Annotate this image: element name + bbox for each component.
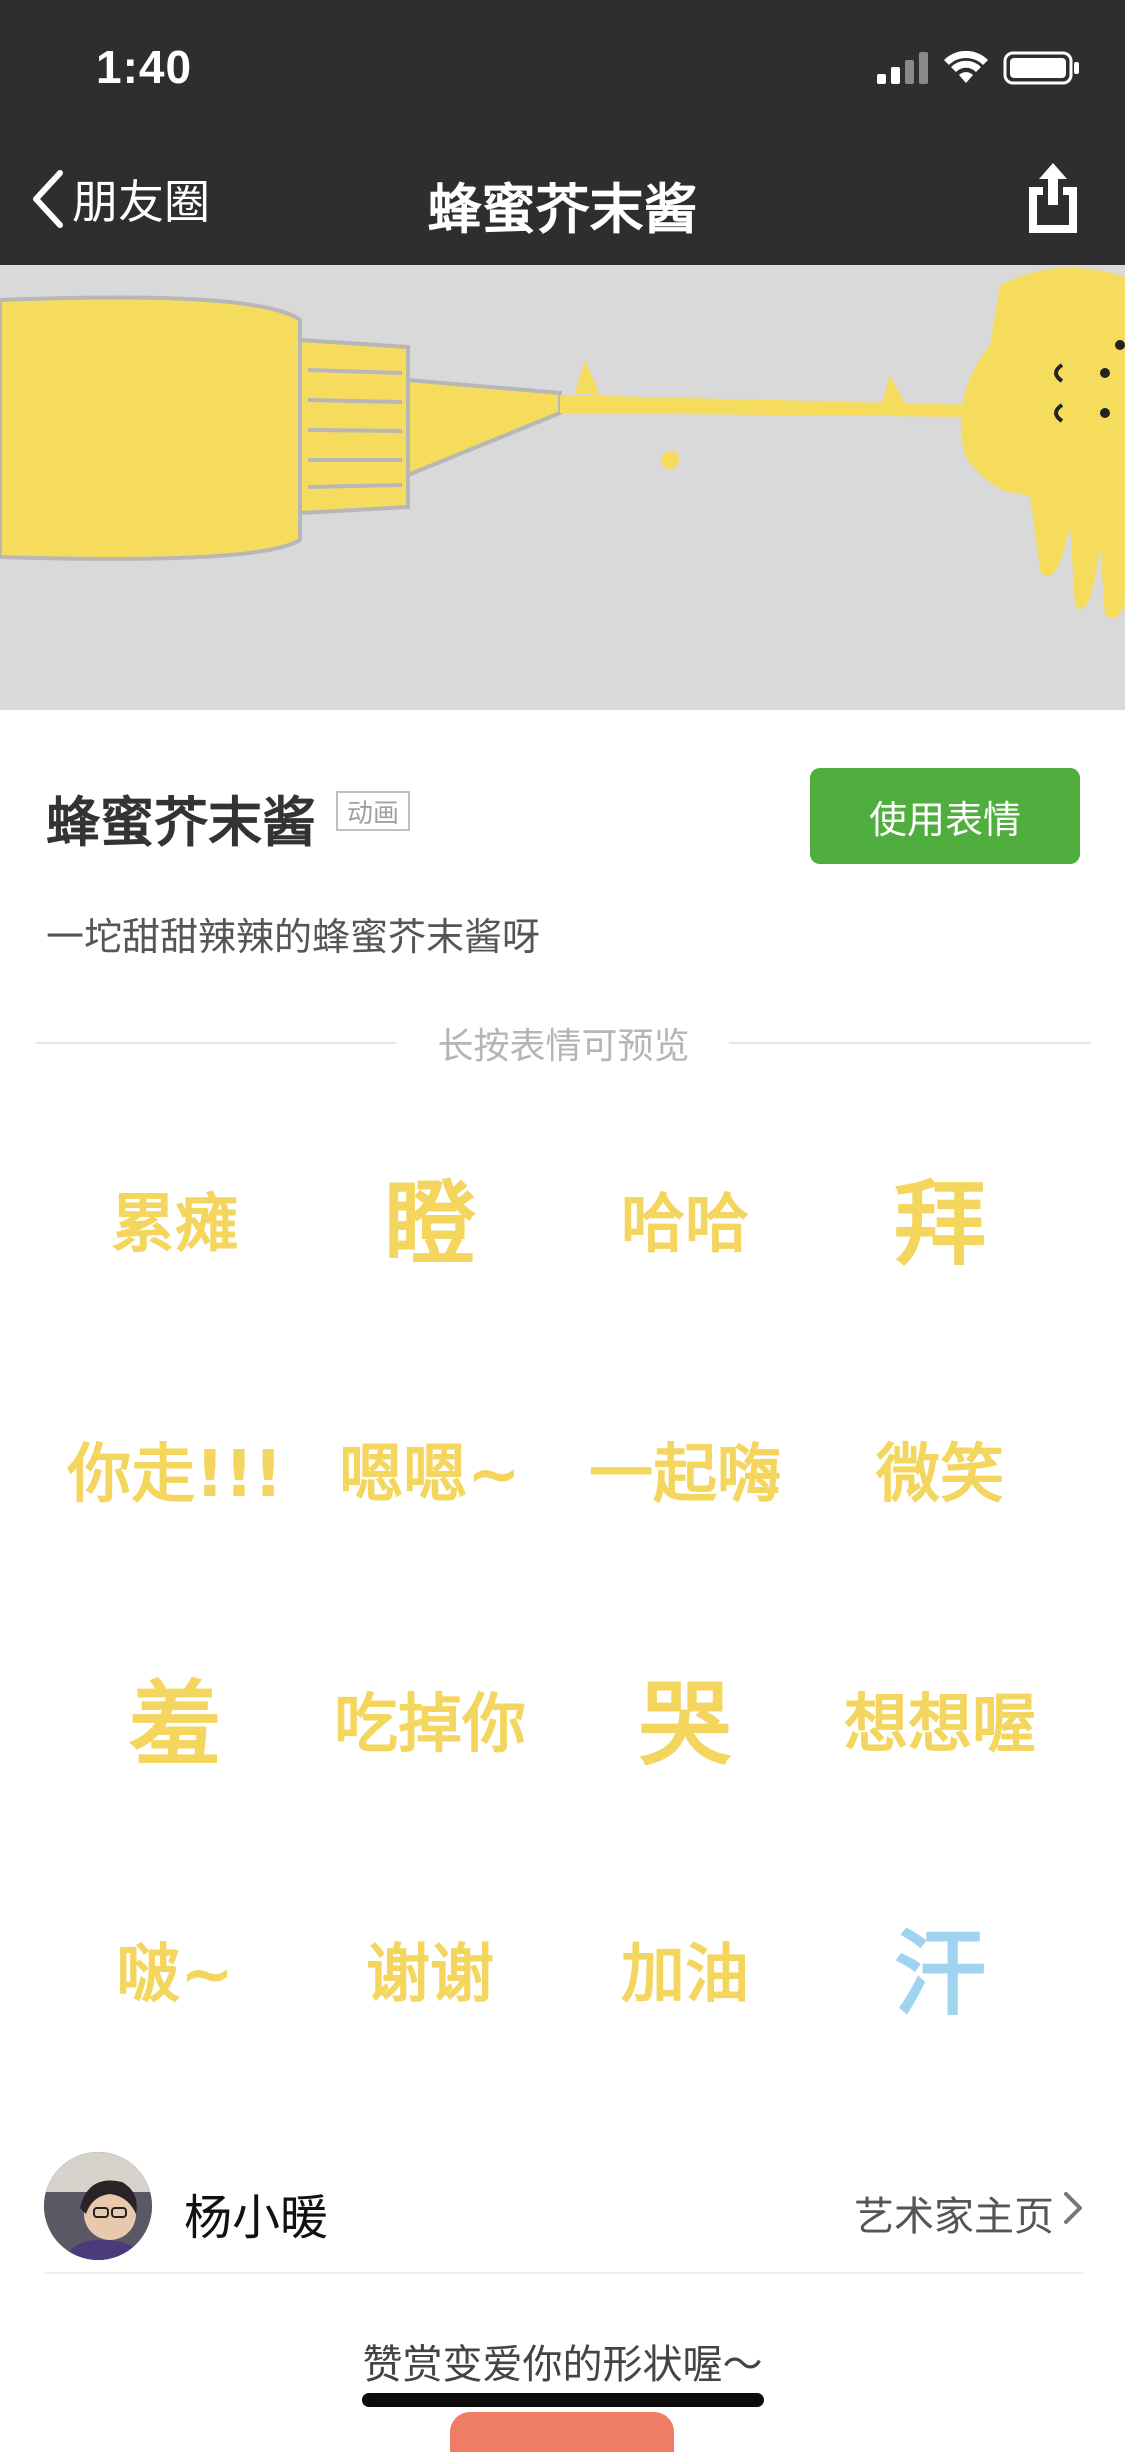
pack-title: 蜂蜜芥末酱	[46, 791, 316, 854]
sticker-item[interactable]: 哈哈	[570, 1110, 800, 1340]
page-title: 蜂蜜芥末酱	[427, 178, 698, 241]
sticker-label: 羞	[128, 1671, 221, 1778]
avatar-image	[44, 2152, 152, 2260]
sticker-label: 吃掉你	[334, 1688, 526, 1762]
sticker-label: 瞪	[383, 1171, 476, 1278]
reward-text: 赞赏变爱你的形状喔～	[362, 2342, 763, 2388]
status-bar: 1:40	[0, 0, 1125, 135]
avatar	[44, 2152, 152, 2260]
sticker-grid: 累瘫 瞪 哈哈 拜 你走!!! 嗯嗯~ 一起嗨 微笑 羞 吃掉你 哭 想想喔 啵…	[40, 1100, 1085, 2060]
wifi-icon	[944, 51, 988, 83]
sticker-item[interactable]: 嗯嗯~	[315, 1360, 545, 1590]
divider-line-right	[729, 1042, 1091, 1044]
sticker-label: 想想喔	[844, 1688, 1036, 1762]
preview-hint-divider: 长按表情可预览	[36, 1013, 1091, 1073]
pack-description: 一坨甜甜辣辣的蜂蜜芥末酱呀	[46, 915, 541, 959]
row-divider	[44, 2272, 1084, 2274]
sticker-label: 累瘫	[111, 1188, 239, 1262]
sticker-item[interactable]: 累瘫	[60, 1110, 290, 1340]
sticker-item[interactable]: 啵~	[60, 1860, 290, 2090]
sticker-label: 汗	[893, 1921, 986, 2028]
mustard-bottle-illustration	[0, 267, 1125, 619]
sticker-label: 嗯嗯~	[339, 1438, 521, 1512]
status-icons	[877, 48, 1081, 88]
sticker-item[interactable]: 吃掉你	[315, 1610, 545, 1840]
home-indicator	[362, 2393, 764, 2407]
sticker-item[interactable]: 汗	[825, 1860, 1055, 2090]
share-button[interactable]	[1023, 161, 1083, 235]
sticker-item[interactable]: 加油	[570, 1860, 800, 2090]
sticker-item[interactable]: 拜	[825, 1110, 1055, 1340]
sticker-item[interactable]: 一起嗨	[570, 1360, 800, 1590]
sticker-item[interactable]: 谢谢	[315, 1860, 545, 2090]
share-icon	[1029, 163, 1077, 233]
sticker-label: 一起嗨	[589, 1438, 781, 1512]
battery-icon	[1003, 51, 1079, 85]
sticker-label: 哭	[638, 1671, 731, 1778]
sticker-label: 加油	[621, 1938, 749, 2012]
artist-row[interactable]: 杨小暖 艺术家主页	[44, 2150, 1084, 2274]
banner-image	[0, 265, 1125, 710]
sticker-item[interactable]: 羞	[60, 1610, 290, 1840]
sticker-label: 微笑	[876, 1438, 1004, 1512]
sticker-label: 拜	[893, 1171, 986, 1278]
cellular-signal-icon	[877, 52, 928, 84]
sticker-item[interactable]: 瞪	[315, 1110, 545, 1340]
sticker-label: 谢谢	[366, 1938, 494, 2012]
chevron-right-icon	[1064, 2192, 1082, 2224]
nav-bar: 朋友圈 蜂蜜芥末酱	[0, 135, 1125, 265]
sticker-label: 啵~	[116, 1938, 234, 2012]
artist-name: 杨小暖	[184, 2190, 329, 2246]
sticker-item[interactable]: 哭	[570, 1610, 800, 1840]
sticker-item[interactable]: 你走!!!	[60, 1360, 290, 1590]
animation-tag: 动画	[336, 791, 410, 831]
use-sticker-button[interactable]: 使用表情	[810, 768, 1080, 864]
sticker-item[interactable]: 想想喔	[825, 1610, 1055, 1840]
sticker-item[interactable]: 微笑	[825, 1360, 1055, 1590]
artist-homepage-link[interactable]: 艺术家主页	[854, 2184, 1054, 2242]
status-time: 1:40	[96, 41, 193, 93]
sticker-label: 你走!!!	[67, 1438, 283, 1512]
reward-button[interactable]	[450, 2412, 674, 2452]
sticker-label: 哈哈	[621, 1188, 749, 1262]
